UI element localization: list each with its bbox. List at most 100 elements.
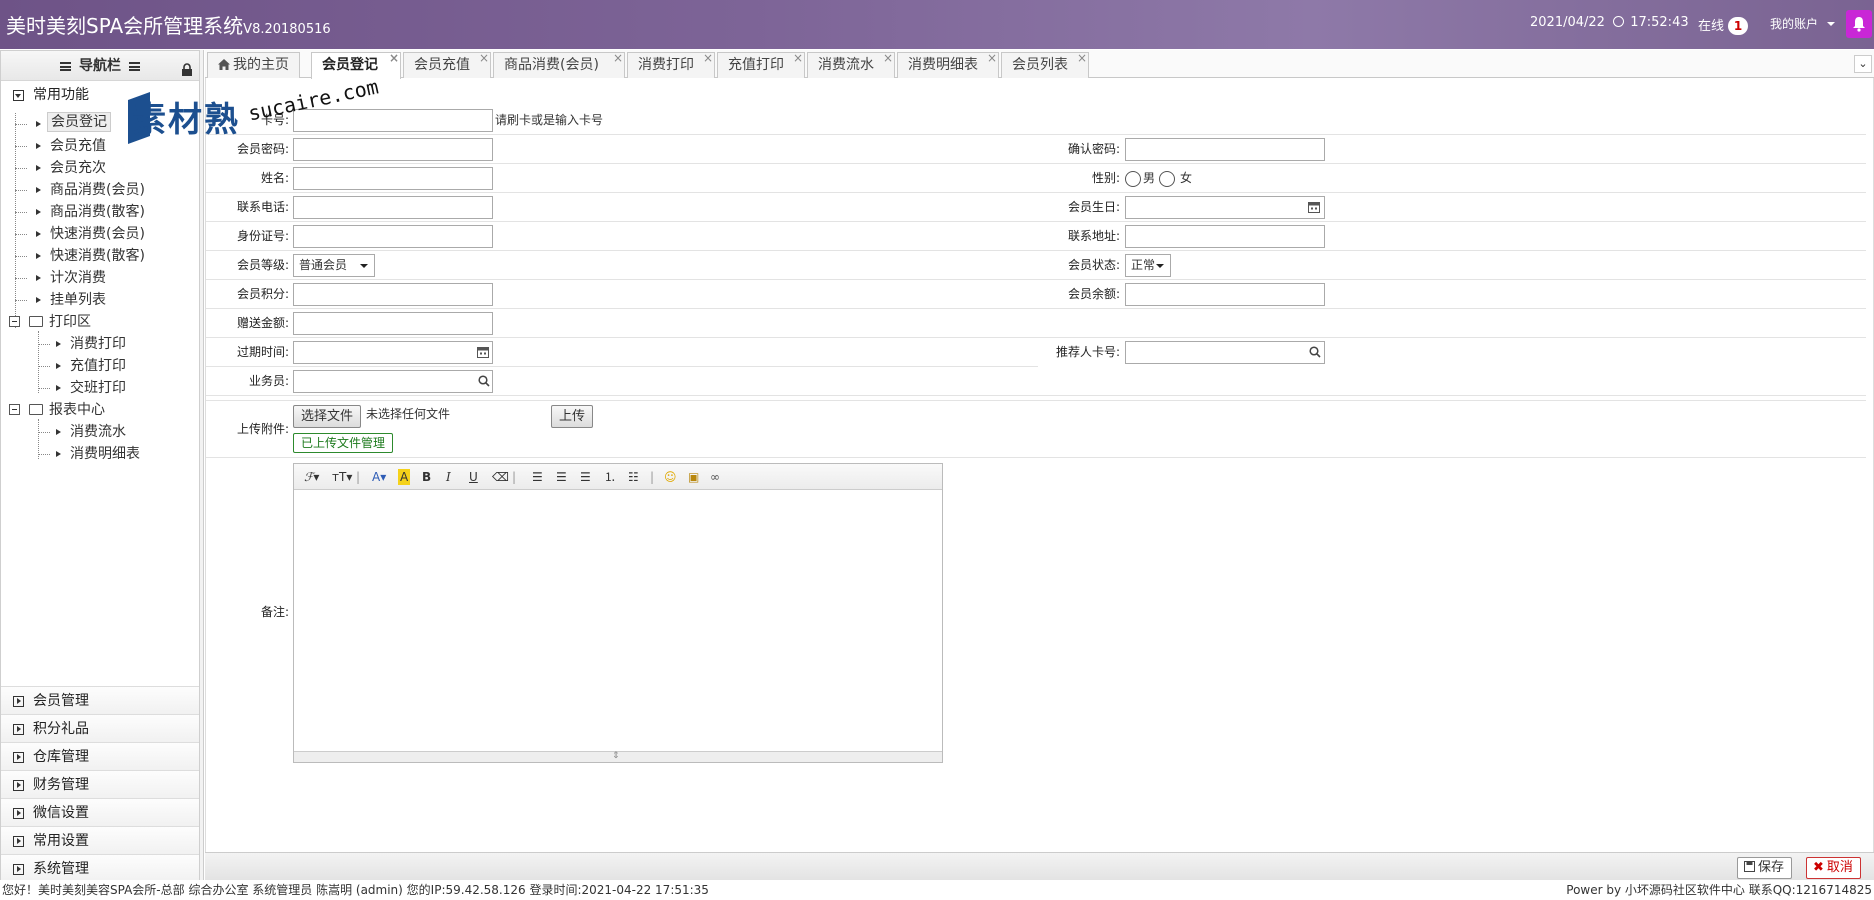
sidebar-item-consume-print[interactable]: 消费打印 bbox=[1, 333, 191, 355]
ordered-list-icon[interactable]: ⒈ bbox=[604, 469, 616, 485]
italic-icon[interactable]: I bbox=[446, 469, 451, 485]
gift-amount-input[interactable] bbox=[293, 312, 493, 335]
bold-icon[interactable]: B bbox=[422, 469, 431, 485]
sidebar-item-member-times[interactable]: 会员充次 bbox=[1, 157, 191, 179]
unordered-list-icon[interactable]: ☷ bbox=[628, 469, 639, 485]
tab-goods-member[interactable]: 商品消费(会员) × bbox=[493, 51, 625, 78]
member-level-select[interactable]: 普通会员 bbox=[293, 254, 375, 277]
image-icon[interactable]: ▣ bbox=[688, 469, 699, 485]
points-input[interactable] bbox=[293, 283, 493, 306]
expand-icon bbox=[13, 836, 24, 847]
gender-male-radio[interactable] bbox=[1125, 171, 1141, 187]
close-icon[interactable]: × bbox=[987, 46, 997, 70]
sidebar-folder-report[interactable]: 报表中心 bbox=[1, 399, 191, 421]
search-icon[interactable] bbox=[1309, 346, 1321, 358]
referrer-card-input[interactable] bbox=[1125, 341, 1325, 364]
tab-consume-flow[interactable]: 消费流水 × bbox=[807, 51, 895, 78]
cancel-button[interactable]: ✖ 取消 bbox=[1806, 857, 1861, 879]
birthday-input[interactable] bbox=[1125, 196, 1325, 219]
sidebar-item-pending-list[interactable]: 挂单列表 bbox=[1, 289, 191, 311]
sidebar-item-quick-member[interactable]: 快速消费(会员) bbox=[1, 223, 191, 245]
sidebar-item-recharge-print[interactable]: 充值打印 bbox=[1, 355, 191, 377]
expire-date-input[interactable] bbox=[293, 341, 493, 364]
tab-consume-print[interactable]: 消费打印 × bbox=[627, 51, 715, 78]
double-chevron-down-icon: ⌄ bbox=[1858, 57, 1868, 70]
sidebar-item-shift-print[interactable]: 交班打印 bbox=[1, 377, 191, 399]
sidebar-folder-print[interactable]: 打印区 bbox=[1, 311, 191, 333]
save-button[interactable]: 保存 bbox=[1737, 857, 1793, 879]
gender-female-label: 女 bbox=[1180, 171, 1193, 185]
online-indicator[interactable]: 在线 1 bbox=[1698, 15, 1749, 35]
underline-icon[interactable]: U bbox=[469, 469, 478, 485]
align-center-icon[interactable]: ☰ bbox=[556, 469, 567, 485]
link-icon[interactable]: ∞ bbox=[710, 469, 720, 485]
sidebar-item-consume-detail[interactable]: 消费明细表 bbox=[1, 443, 191, 465]
editor-toolbar: ℱ▾ ᴛT▾ | A▾ A B I U ⌫ | ☰ ☰ ☰ ⒈ ☷ | ☺ ▣ … bbox=[294, 464, 942, 490]
form-row-upload: 上传附件: 选择文件 未选择任何文件 上传 已上传文件管理 bbox=[206, 400, 1866, 458]
editor-resize-bar[interactable]: ⇕ bbox=[294, 751, 942, 762]
sidebar-item-consume-flow[interactable]: 消费流水 bbox=[1, 421, 191, 443]
tab-member-register[interactable]: 会员登记 × bbox=[311, 51, 401, 79]
sidebar-item-quick-guest[interactable]: 快速消费(散客) bbox=[1, 245, 191, 267]
eraser-icon[interactable]: ⌫ bbox=[492, 469, 509, 485]
gender-female-radio[interactable] bbox=[1159, 171, 1175, 187]
sidebar-group-member-manage[interactable]: 会员管理 bbox=[1, 686, 199, 714]
balance-label: 会员余额: bbox=[1067, 287, 1120, 301]
user-info-text: 您好！美时美刻美容SPA会所-总部 综合办公室 系统管理员 陈嵩明 (admin… bbox=[2, 883, 709, 897]
sidebar-group-label: 微信设置 bbox=[33, 805, 89, 821]
name-input[interactable] bbox=[293, 167, 493, 190]
app-header: 美时美刻SPA会所管理系统V8.20180516 2021/04/22 17:5… bbox=[0, 0, 1874, 49]
choose-file-button[interactable]: 选择文件 bbox=[293, 405, 362, 428]
tab-list-dropdown[interactable]: ⌄ bbox=[1854, 55, 1872, 73]
sidebar-splitter[interactable] bbox=[200, 50, 204, 880]
close-icon[interactable]: × bbox=[479, 46, 489, 70]
align-left-icon[interactable]: ☰ bbox=[532, 469, 543, 485]
resize-handle-icon: ⇕ bbox=[612, 751, 620, 761]
tab-recharge-print[interactable]: 充值打印 × bbox=[717, 51, 805, 78]
tab-consume-detail[interactable]: 消费明细表 × bbox=[897, 51, 999, 78]
close-icon[interactable]: × bbox=[389, 46, 399, 70]
upload-button[interactable]: 上传 bbox=[551, 405, 594, 428]
sidebar-group-points-gift[interactable]: 积分礼品 bbox=[1, 714, 199, 742]
sidebar-group-wechat[interactable]: 微信设置 bbox=[1, 798, 199, 826]
sidebar-group-warehouse[interactable]: 仓库管理 bbox=[1, 742, 199, 770]
home-icon bbox=[218, 59, 230, 70]
sidebar-group-common-settings[interactable]: 常用设置 bbox=[1, 826, 199, 854]
confirm-password-input[interactable] bbox=[1125, 138, 1325, 161]
salesman-input[interactable] bbox=[293, 370, 493, 393]
highlight-icon[interactable]: A bbox=[398, 469, 411, 485]
calendar-icon[interactable] bbox=[1308, 201, 1320, 213]
tab-member-recharge[interactable]: 会员充值 × bbox=[403, 51, 491, 78]
font-family-icon[interactable]: ℱ▾ bbox=[304, 469, 319, 485]
collapse-icon bbox=[13, 90, 24, 101]
member-status-select[interactable]: 正常 bbox=[1125, 254, 1171, 277]
close-icon[interactable]: × bbox=[703, 46, 713, 70]
id-number-input[interactable] bbox=[293, 225, 493, 248]
sidebar-item-count-consume[interactable]: 计次消费 bbox=[1, 267, 191, 289]
tab-home[interactable]: 我的主页 bbox=[207, 52, 300, 78]
emoticon-icon[interactable]: ☺ bbox=[664, 469, 677, 485]
notification-button[interactable] bbox=[1846, 10, 1872, 38]
align-right-icon[interactable]: ☰ bbox=[580, 469, 591, 485]
font-size-icon[interactable]: ᴛT▾ bbox=[332, 469, 352, 485]
tab-member-list[interactable]: 会员列表 × bbox=[1001, 51, 1089, 78]
uploaded-files-button[interactable]: 已上传文件管理 bbox=[293, 433, 394, 453]
close-icon[interactable]: × bbox=[1077, 46, 1087, 70]
sidebar-item-goods-member[interactable]: 商品消费(会员) bbox=[1, 179, 191, 201]
calendar-icon[interactable] bbox=[477, 346, 489, 358]
sidebar-group-system[interactable]: 系统管理 bbox=[1, 854, 199, 882]
address-input[interactable] bbox=[1125, 225, 1325, 248]
account-menu[interactable]: 我的账户 bbox=[1770, 15, 1835, 32]
sidebar-group-finance[interactable]: 财务管理 bbox=[1, 770, 199, 798]
expand-icon bbox=[13, 696, 24, 707]
close-icon[interactable]: × bbox=[883, 46, 893, 70]
font-color-icon[interactable]: A▾ bbox=[372, 469, 386, 485]
close-icon[interactable]: × bbox=[613, 46, 623, 70]
phone-input[interactable] bbox=[293, 196, 493, 219]
form-row-phone: 联系电话: 会员生日: bbox=[206, 193, 1866, 222]
balance-input[interactable] bbox=[1125, 283, 1325, 306]
search-icon[interactable] bbox=[478, 375, 490, 387]
close-icon[interactable]: × bbox=[793, 46, 803, 70]
remark-textarea[interactable] bbox=[294, 490, 942, 751]
sidebar-item-goods-guest[interactable]: 商品消费(散客) bbox=[1, 201, 191, 223]
